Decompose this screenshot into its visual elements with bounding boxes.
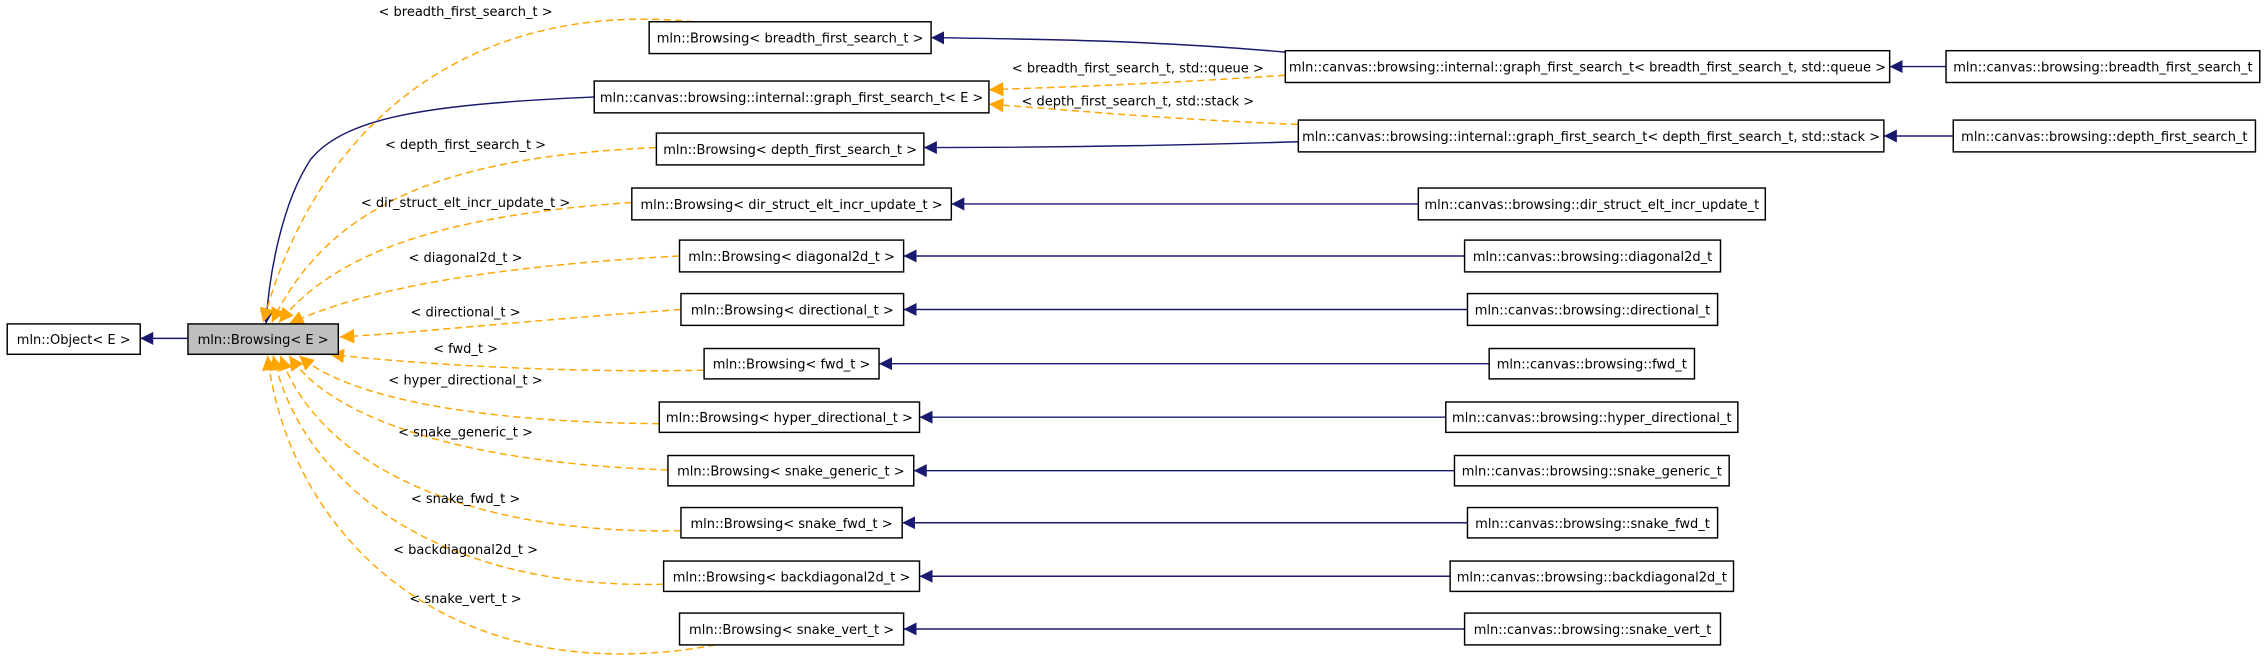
node-label: mln::Browsing< dir_struct_elt_incr_updat… [641, 198, 943, 213]
node-label: mln::canvas::browsing::internal::graph_f… [1302, 130, 1880, 145]
node-label: mln::Browsing< directional_t > [691, 304, 894, 319]
template-argument-label: < dir_struct_elt_incr_update_t > [361, 196, 570, 211]
node-label: mln::canvas::browsing::snake_fwd_t [1475, 517, 1710, 532]
class-node-object[interactable]: mln::Object< E > [6, 323, 141, 356]
inheritance-diagram: < breadth_first_search_t > < depth_first_… [6, 5, 2261, 655]
template-edge-gfs-bfs [988, 74, 1286, 97]
template-edge-b-dfs [271, 146, 657, 323]
template-argument-label: < diagonal2d_t > [409, 251, 523, 266]
node-label: mln::canvas::browsing::depth_first_searc… [1961, 130, 2247, 145]
node-label: mln::canvas::browsing::backdiagonal2d_t [1457, 570, 1727, 585]
class-node-b-dir[interactable]: mln::Browsing< dir_struct_elt_incr_updat… [631, 187, 953, 221]
template-argument-label: < directional_t > [410, 306, 520, 321]
class-node-b-svert[interactable]: mln::Browsing< snake_vert_t > [678, 612, 905, 646]
template-argument-label: < breadth_first_search_t > [378, 5, 552, 20]
node-label: mln::canvas::browsing::snake_generic_t [1462, 465, 1722, 480]
template-edge-b-fwd [329, 348, 705, 372]
node-label: mln::Browsing< snake_generic_t > [677, 465, 904, 480]
node-label: mln::Browsing< diagonal2d_t > [688, 250, 895, 265]
edge-gfsbfs-bbfs [931, 31, 1286, 53]
template-argument-label: < snake_generic_t > [398, 426, 533, 441]
template-argument-label: < backdiagonal2d_t > [393, 543, 538, 558]
class-node-c-fwd[interactable]: mln::canvas::browsing::fwd_t [1488, 347, 1696, 380]
class-node-c-svert[interactable]: mln::canvas::browsing::snake_vert_t [1463, 612, 1722, 646]
class-node-b-diag[interactable]: mln::Browsing< diagonal2d_t > [678, 239, 905, 273]
node-label: mln::Browsing< snake_fwd_t > [691, 517, 893, 532]
class-node-b-sgen[interactable]: mln::Browsing< snake_generic_t > [667, 454, 915, 487]
node-label: mln::Object< E > [17, 333, 131, 348]
class-node-gfs[interactable]: mln::canvas::browsing::internal::graph_f… [593, 80, 990, 114]
node-label: mln::canvas::browsing::internal::graph_f… [1289, 61, 1886, 76]
node-label: mln::canvas::browsing::hyper_directional… [1452, 411, 1732, 426]
template-argument-label: < depth_first_search_t > [385, 138, 546, 153]
class-node-b-directional[interactable]: mln::Browsing< directional_t > [680, 292, 905, 327]
node-label: mln::Browsing< hyper_directional_t > [666, 411, 913, 426]
class-node-c-sgen[interactable]: mln::canvas::browsing::snake_generic_t [1453, 454, 1730, 487]
node-label: mln::Browsing< E > [198, 333, 329, 348]
template-argument-label: < depth_first_search_t, std::stack > [1021, 95, 1254, 110]
class-node-b-sfwd[interactable]: mln::Browsing< snake_fwd_t > [680, 506, 903, 539]
template-argument-label: < fwd_t > [433, 342, 498, 357]
node-label: mln::canvas::browsing::diagonal2d_t [1473, 250, 1712, 265]
class-node-c-sfwd[interactable]: mln::canvas::browsing::snake_fwd_t [1466, 506, 1719, 539]
node-label: mln::canvas::browsing::internal::graph_f… [600, 91, 984, 106]
template-argument-label: < hyper_directional_t > [388, 374, 542, 389]
class-node-b-dfs[interactable]: mln::Browsing< depth_first_search_t > [655, 132, 925, 166]
class-node-b-hyper[interactable]: mln::Browsing< hyper_directional_t > [658, 401, 921, 434]
class-node-c-diag[interactable]: mln::canvas::browsing::diagonal2d_t [1463, 239, 1722, 273]
class-node-c-dfs[interactable]: mln::canvas::browsing::depth_first_searc… [1952, 119, 2257, 153]
node-label: mln::Browsing< fwd_t > [713, 358, 871, 373]
node-label: mln::canvas::browsing::dir_struct_elt_in… [1424, 198, 1759, 213]
node-label: mln::Browsing< backdiagonal2d_t > [673, 570, 911, 585]
node-label: mln::canvas::browsing::fwd_t [1497, 358, 1687, 373]
node-label: mln::canvas::browsing::snake_vert_t [1474, 623, 1712, 638]
template-argument-label: < snake_fwd_t > [411, 492, 520, 507]
node-label: mln::Browsing< snake_vert_t > [689, 623, 894, 638]
edge-gfsdfs-bdfs [923, 141, 1299, 155]
template-argument-label: < snake_vert_t > [409, 592, 521, 607]
template-argument-label: < breadth_first_search_t, std::queue > [1012, 61, 1264, 76]
node-label: mln::Browsing< breadth_first_search_t > [657, 32, 924, 47]
class-node-browsing[interactable]: mln::Browsing< E > [187, 323, 340, 356]
class-node-c-dir[interactable]: mln::canvas::browsing::dir_struct_elt_in… [1417, 187, 1767, 221]
template-edge-b-bfs [259, 18, 695, 323]
node-label: mln::canvas::browsing::breadth_first_sea… [1953, 61, 2252, 76]
class-node-b-fwd[interactable]: mln::Browsing< fwd_t > [703, 347, 880, 380]
class-node-c-directional[interactable]: mln::canvas::browsing::directional_t [1466, 292, 1719, 327]
class-node-c-hyper[interactable]: mln::canvas::browsing::hyper_directional… [1445, 401, 1739, 434]
class-node-gfs-bfs[interactable]: mln::canvas::browsing::internal::graph_f… [1284, 49, 1891, 84]
node-label: mln::Browsing< depth_first_search_t > [663, 143, 917, 158]
class-node-b-bfs[interactable]: mln::Browsing< breadth_first_search_t > [648, 21, 932, 55]
class-node-b-bdiag[interactable]: mln::Browsing< backdiagonal2d_t > [662, 560, 921, 593]
node-label: mln::canvas::browsing::directional_t [1475, 304, 1711, 319]
class-node-gfs-dfs[interactable]: mln::canvas::browsing::internal::graph_f… [1297, 119, 1885, 153]
class-node-c-bfs[interactable]: mln::canvas::browsing::breadth_first_sea… [1945, 49, 2261, 84]
class-node-c-bdiag[interactable]: mln::canvas::browsing::backdiagonal2d_t [1449, 560, 1735, 593]
